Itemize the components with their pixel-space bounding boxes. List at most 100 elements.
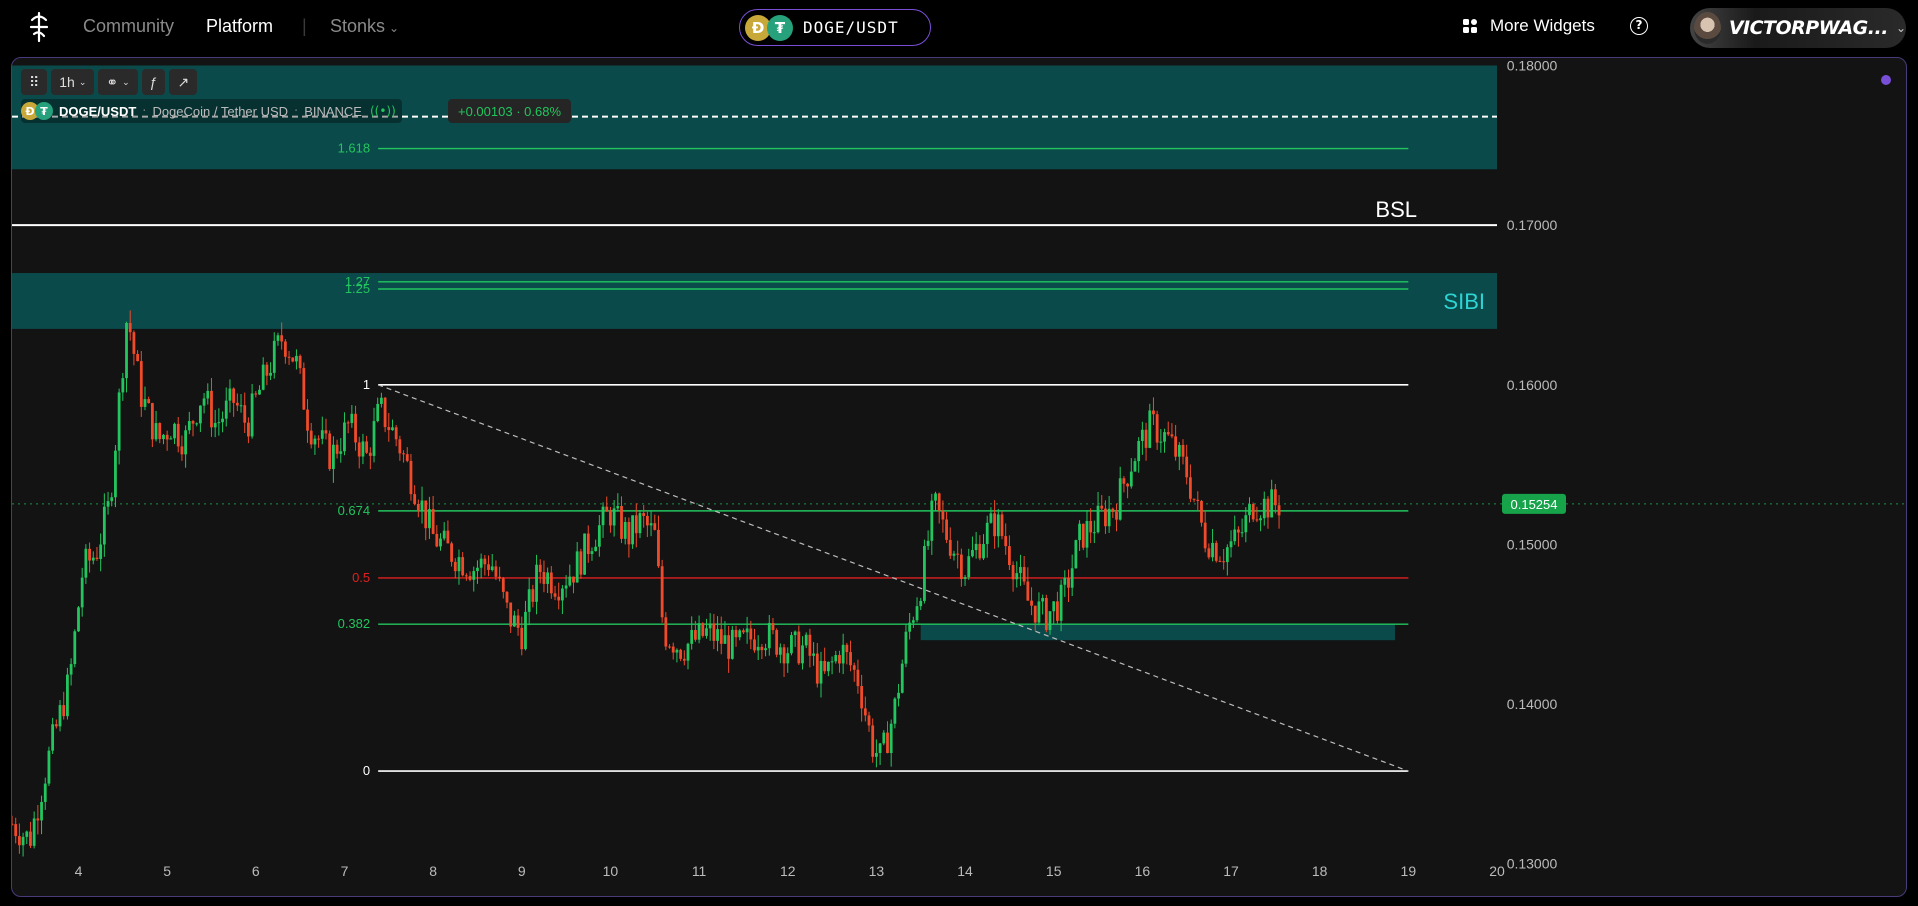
- candle-body: [594, 546, 598, 552]
- candle-body: [1240, 532, 1244, 534]
- candle-body: [54, 724, 58, 727]
- candle-body: [439, 538, 442, 547]
- chart-type-selector[interactable]: ⚭ ⌄: [98, 69, 138, 95]
- candle-body: [265, 364, 269, 376]
- candle-body: [727, 635, 731, 659]
- nav-stonks[interactable]: Stonks ⌄: [330, 16, 399, 37]
- candle-body: [1225, 547, 1229, 563]
- candle-body: [346, 422, 350, 424]
- candle-body: [705, 628, 708, 636]
- candle-body: [243, 405, 247, 423]
- candle-body: [1011, 565, 1015, 580]
- candle-body: [191, 421, 195, 424]
- candle-body: [730, 629, 734, 659]
- candle-body: [1196, 499, 1200, 501]
- candle-body: [657, 529, 660, 567]
- candle-body: [815, 653, 819, 684]
- candle-body: [320, 430, 324, 439]
- candle-body: [819, 660, 823, 684]
- candle-body: [948, 539, 952, 556]
- candle-body: [671, 646, 675, 653]
- candle-body: [993, 513, 997, 537]
- candle-body: [830, 661, 834, 663]
- candle-body: [808, 634, 812, 656]
- x-tick-label: 16: [1135, 863, 1151, 879]
- candle-body: [239, 405, 243, 407]
- candle-body: [180, 446, 184, 455]
- x-tick-label: 9: [518, 863, 526, 879]
- candle-body: [509, 602, 513, 627]
- candle-body: [852, 665, 856, 670]
- nav-platform[interactable]: Platform: [206, 16, 273, 37]
- candle-body: [538, 564, 542, 573]
- indicators-button[interactable]: ƒ: [141, 69, 166, 95]
- candle-body: [43, 783, 47, 802]
- drawing-tools-button[interactable]: ↗: [169, 69, 198, 95]
- x-tick-label: 17: [1223, 863, 1239, 879]
- candle-body: [1177, 444, 1181, 457]
- candle-body: [36, 818, 40, 821]
- candles-icon: ⚭: [106, 73, 119, 90]
- candle-body: [405, 454, 409, 461]
- toolbar-drag-handle[interactable]: ⠿: [21, 69, 48, 95]
- interval-selector[interactable]: 1h ⌄: [51, 69, 95, 95]
- candle-body: [394, 427, 398, 440]
- fib-level-label: 0.5: [352, 570, 370, 585]
- usdt-coin-icon: ₮: [767, 14, 793, 41]
- candle-body: [1126, 483, 1129, 487]
- candle-body: [1266, 498, 1270, 518]
- candle-body: [428, 509, 431, 529]
- nav-community[interactable]: Community: [83, 16, 174, 37]
- price-chart[interactable]: BSLSIBI1.6181.271.2510.6740.50.38200.180…: [12, 58, 1907, 897]
- candle-body: [1185, 456, 1189, 478]
- candle-body: [295, 355, 298, 362]
- candle-body: [276, 335, 280, 341]
- x-tick-label: 20: [1489, 863, 1505, 879]
- candle-body: [860, 686, 864, 709]
- candle-body: [380, 397, 383, 404]
- level-label: BSL: [1375, 197, 1417, 222]
- candle-body: [734, 629, 738, 638]
- y-tick-label: 0.14000: [1507, 696, 1558, 712]
- candle-body: [937, 493, 941, 511]
- candle-body: [963, 577, 967, 579]
- candle-body: [568, 576, 572, 586]
- legend-pair: DOGE/USDT: [59, 103, 137, 119]
- candle-body: [812, 653, 816, 656]
- candle-body: [974, 543, 978, 551]
- candle-body: [250, 393, 254, 437]
- candle-body: [634, 515, 638, 534]
- candle-body: [1200, 500, 1203, 523]
- candle-body: [77, 607, 80, 632]
- widgets-icon: [1463, 19, 1477, 33]
- nav-divider: |: [302, 16, 307, 36]
- candle-body: [679, 649, 683, 659]
- pair-selector[interactable]: Ð ₮ DOGE/USDT: [739, 9, 931, 46]
- candle-body: [235, 402, 239, 406]
- candle-body: [291, 357, 295, 362]
- candle-body: [620, 506, 623, 539]
- brand-logo-icon[interactable]: [22, 10, 56, 44]
- candle-body: [25, 831, 29, 837]
- candle-body: [1037, 601, 1041, 623]
- candle-body: [106, 501, 110, 507]
- candle-body: [764, 648, 767, 651]
- candle-body: [886, 732, 889, 753]
- candle-body: [453, 561, 457, 572]
- candle-body: [272, 340, 276, 373]
- more-widgets-button[interactable]: More Widgets: [1462, 16, 1595, 36]
- candle-body: [723, 635, 727, 644]
- candle-body: [110, 497, 114, 502]
- candle-body: [494, 566, 498, 577]
- nav-stonks-label: Stonks: [330, 16, 386, 36]
- user-name: VICTORPWAG...: [1728, 17, 1889, 39]
- candle-body: [1100, 505, 1104, 509]
- candle-body: [306, 409, 309, 431]
- candle-body: [398, 439, 402, 454]
- candle-body: [62, 705, 66, 717]
- user-menu[interactable]: VICTORPWAG... ⌄: [1690, 8, 1906, 48]
- candle-body: [549, 572, 553, 594]
- help-icon[interactable]: ?: [1630, 17, 1648, 35]
- candle-body: [546, 572, 550, 584]
- x-tick-label: 18: [1312, 863, 1328, 879]
